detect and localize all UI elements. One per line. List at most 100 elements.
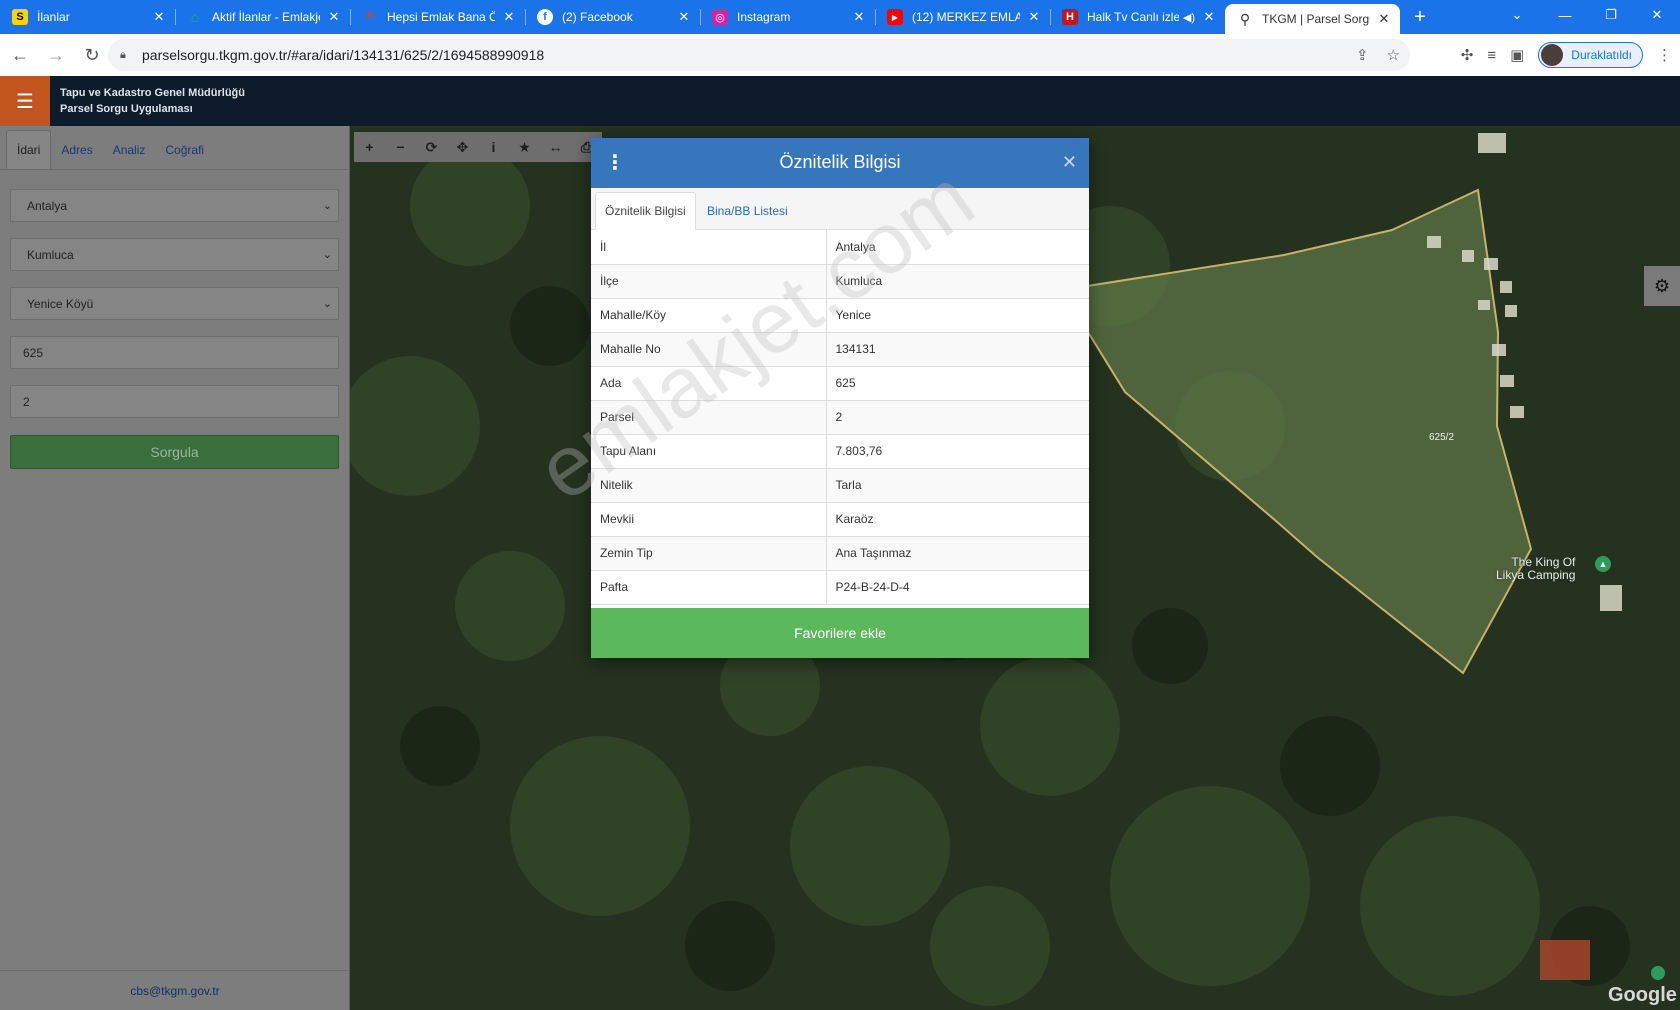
tab-search-icon[interactable]: ⌄ bbox=[1494, 0, 1540, 30]
tab-title: (12) MERKEZ EMLAK bbox=[912, 10, 1020, 24]
tab-analiz[interactable]: Analiz bbox=[103, 143, 156, 169]
contact-email-link[interactable]: cbs@tkgm.gov.tr bbox=[0, 970, 350, 1010]
tab-title: İlanlar bbox=[37, 10, 70, 24]
attribute-key: Tapu Alanı bbox=[591, 434, 827, 469]
emlakjet-icon: ⌂ bbox=[190, 9, 200, 25]
back-arrow-icon[interactable]: ← bbox=[4, 39, 36, 71]
block-value: 625 bbox=[23, 345, 44, 360]
attribute-key: Mevkii bbox=[591, 502, 827, 537]
instagram-icon: ◎ bbox=[712, 9, 728, 25]
close-icon[interactable]: ✕ bbox=[151, 9, 167, 25]
settings-gear-icon[interactable]: ⚙ bbox=[1644, 266, 1680, 306]
close-icon[interactable]: ✕ bbox=[1201, 9, 1217, 25]
chevron-down-icon: ⌄ bbox=[322, 298, 332, 310]
media-control-icon[interactable]: ≡ bbox=[1487, 47, 1496, 64]
minimize-icon[interactable]: — bbox=[1542, 0, 1588, 30]
parcel-label[interactable]: 625/2 bbox=[1429, 432, 1454, 443]
search-sidebar: İdari Adres Analiz Coğrafi Antalya ⌄ Kum… bbox=[0, 126, 350, 1010]
table-row: Pafta P24-B-24-D-4 bbox=[591, 570, 1089, 605]
attribute-value: P24-B-24-D-4 bbox=[826, 570, 1089, 605]
bookmark-star-icon[interactable]: ☆ bbox=[1387, 46, 1400, 64]
neighborhood-select[interactable]: Yenice Köyü ⌄ bbox=[10, 287, 339, 320]
refresh-icon[interactable]: ⟳ bbox=[416, 132, 447, 162]
browser-tab[interactable]: f (2) Facebook ✕ bbox=[525, 0, 700, 34]
province-select[interactable]: Antalya ⌄ bbox=[10, 189, 339, 222]
browser-tab[interactable]: ^ Hepsi Emlak Bana Özel ✕ bbox=[350, 0, 525, 34]
side-panel-icon[interactable]: ▣ bbox=[1510, 46, 1524, 64]
close-icon[interactable]: ✕ bbox=[1376, 11, 1392, 27]
close-icon[interactable]: ✕ bbox=[851, 9, 867, 25]
app-title: Tapu ve Kadastro Genel Müdürlüğü Parsel … bbox=[60, 85, 245, 117]
browser-tab-strip: S İlanlar ✕ ⌂ Aktif İlanlar - Emlakjet ✕… bbox=[0, 0, 1680, 34]
facebook-icon: f bbox=[537, 9, 553, 25]
browser-tab[interactable]: ⌂ Aktif İlanlar - Emlakjet ✕ bbox=[175, 0, 350, 34]
attribute-key: İl bbox=[591, 230, 827, 265]
sidebar-tabs: İdari Adres Analiz Coğrafi bbox=[0, 126, 350, 170]
locate-crosshair-icon[interactable]: ✥ bbox=[447, 132, 478, 162]
info-icon[interactable]: i bbox=[478, 132, 509, 162]
tab-attributes[interactable]: Öznitelik Bilgisi bbox=[595, 192, 696, 230]
tab-title: Halk Tv Canlı izle bbox=[1087, 10, 1179, 24]
new-tab-button[interactable]: + bbox=[1400, 0, 1440, 34]
attribute-value: 2 bbox=[826, 400, 1089, 435]
close-icon[interactable]: ✕ bbox=[676, 9, 692, 25]
browser-toolbar: ← → ↻ 🔒︎ parselsorgu.tkgm.gov.tr/#ara/id… bbox=[0, 34, 1680, 76]
browser-tab-active[interactable]: ⚲ TKGM | Parsel Sorgu ✕ bbox=[1225, 4, 1400, 34]
browser-tab[interactable]: S İlanlar ✕ bbox=[0, 0, 175, 34]
table-row: Mevkii Karaöz bbox=[591, 502, 1089, 537]
browser-tab[interactable]: ▶ (12) MERKEZ EMLAK ✕ bbox=[875, 0, 1050, 34]
extensions-icon[interactable]: ✣ bbox=[1461, 46, 1474, 64]
close-icon[interactable]: ✕ bbox=[1062, 152, 1077, 173]
zoom-in-icon[interactable]: + bbox=[354, 132, 385, 162]
share-icon[interactable]: ⇪ bbox=[1356, 46, 1369, 64]
poi-label[interactable]: The King Of Likya Camping bbox=[1496, 556, 1575, 582]
attribute-value: Ana Taşınmaz bbox=[826, 536, 1089, 571]
hepsiemlak-icon: ^ bbox=[365, 8, 375, 26]
lock-icon[interactable]: 🔒︎ bbox=[120, 49, 132, 61]
province-value: Antalya bbox=[27, 198, 68, 213]
tab-idari[interactable]: İdari bbox=[6, 130, 52, 169]
campground-icon[interactable]: ▲ bbox=[1595, 556, 1611, 572]
window-close-icon[interactable]: ✕ bbox=[1634, 0, 1680, 30]
reload-icon[interactable]: ↻ bbox=[76, 39, 108, 71]
forward-arrow-icon[interactable]: → bbox=[40, 39, 72, 71]
dialog-tabs: Öznitelik Bilgisi Bina/BB Listesi bbox=[591, 188, 1089, 230]
browser-tab[interactable]: ◎ Instagram ✕ bbox=[700, 0, 875, 34]
attribute-key: Mahalle No bbox=[591, 332, 827, 367]
youtube-icon: ▶ bbox=[887, 9, 903, 25]
table-row: İl Antalya bbox=[591, 230, 1089, 265]
attribute-value: 625 bbox=[826, 366, 1089, 401]
table-row: Mahalle/Köy Yenice bbox=[591, 298, 1089, 333]
tab-buildings[interactable]: Bina/BB Listesi bbox=[698, 192, 797, 230]
query-button[interactable]: Sorgula bbox=[10, 435, 339, 469]
restore-icon[interactable]: ❐ bbox=[1588, 0, 1634, 30]
attribute-key: Mahalle/Köy bbox=[591, 298, 827, 333]
menu-icon[interactable]: ☰ bbox=[0, 76, 50, 126]
tab-cografi[interactable]: Coğrafi bbox=[155, 143, 214, 169]
app-title-line2: Parsel Sorgu Uygulaması bbox=[60, 103, 193, 115]
table-row: Mahalle No 134131 bbox=[591, 332, 1089, 367]
campground-icon[interactable] bbox=[1651, 966, 1665, 980]
close-icon[interactable]: ✕ bbox=[326, 9, 342, 25]
speaker-icon[interactable]: ◀) bbox=[1183, 11, 1195, 24]
parcel-value: 2 bbox=[23, 394, 30, 409]
address-bar[interactable]: 🔒︎ parselsorgu.tkgm.gov.tr/#ara/idari/13… bbox=[108, 39, 1410, 71]
measure-distance-icon[interactable]: ↔ bbox=[540, 132, 571, 162]
close-icon[interactable]: ✕ bbox=[501, 9, 517, 25]
tab-adres[interactable]: Adres bbox=[51, 143, 102, 169]
add-to-favorites-button[interactable]: Favorilere ekle bbox=[591, 608, 1089, 658]
block-input[interactable]: 625 bbox=[10, 336, 339, 369]
parcel-input[interactable]: 2 bbox=[10, 385, 339, 418]
browser-menu-icon[interactable]: ⋮ bbox=[1657, 46, 1672, 64]
table-row: İlçe Kumluca bbox=[591, 264, 1089, 299]
url-text[interactable]: parselsorgu.tkgm.gov.tr/#ara/idari/13413… bbox=[142, 47, 544, 63]
browser-tab[interactable]: H Halk Tv Canlı izle ◀) ✕ bbox=[1050, 0, 1225, 34]
profile-button[interactable]: Duraklatıldı bbox=[1538, 42, 1643, 68]
favorite-star-icon[interactable]: ★ bbox=[509, 132, 540, 162]
zoom-out-icon[interactable]: − bbox=[385, 132, 416, 162]
chevron-down-icon: ⌄ bbox=[322, 200, 332, 212]
dialog-title: Öznitelik Bilgisi bbox=[779, 152, 901, 172]
attribute-table: İl Antalya İlçe Kumluca Mahalle/Köy Yenice Mah… bbox=[591, 230, 1089, 605]
close-icon[interactable]: ✕ bbox=[1026, 9, 1042, 25]
district-select[interactable]: Kumluca ⌄ bbox=[10, 238, 339, 271]
